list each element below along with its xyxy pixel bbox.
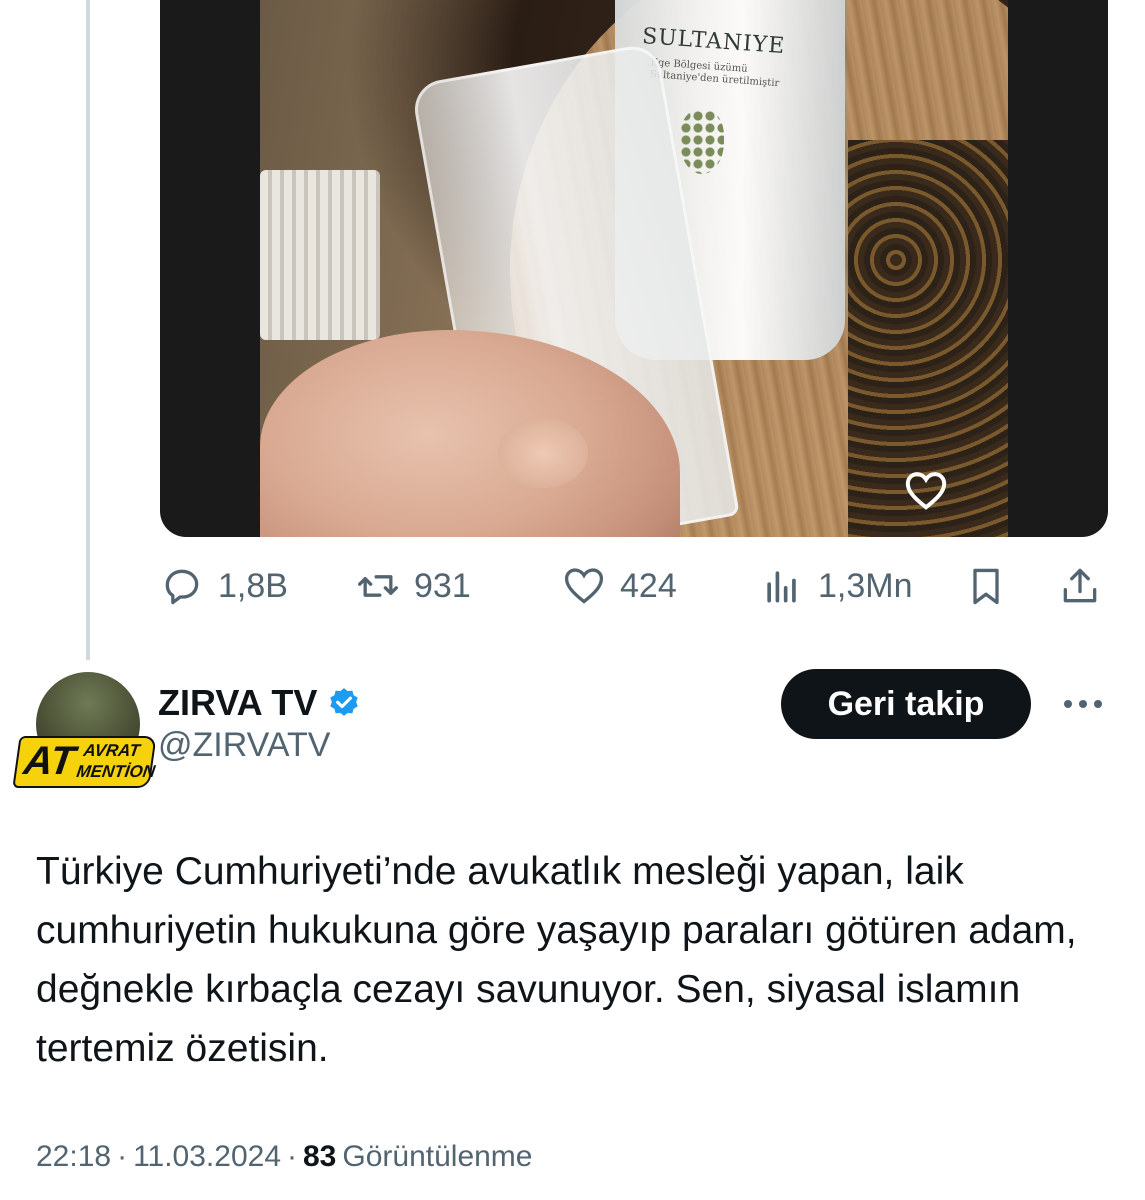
badge-bottom-text: MENTİON <box>75 762 157 781</box>
meta-separator: · <box>117 1140 128 1173</box>
reply-icon <box>165 569 199 605</box>
tweet-text: Türkiye Cumhuriyeti’nde avukatlık mesleğ… <box>36 850 1077 1070</box>
photo-scene: SULTANIYE Ege Bölgesi üzümü Sultaniye'de… <box>260 0 1008 537</box>
views-button[interactable]: 1,3Mn <box>760 556 913 616</box>
tweet-views-count: 83 <box>303 1140 337 1173</box>
like-count: 424 <box>620 566 677 605</box>
thread-line <box>86 0 90 660</box>
share-icon <box>1063 568 1097 603</box>
bookmark-icon <box>973 568 999 605</box>
author-name[interactable]: ZIRVA TV <box>158 682 317 724</box>
bookmark-button[interactable] <box>964 556 1008 616</box>
reply-button[interactable]: 1,8B <box>160 556 288 616</box>
grape-logo <box>680 110 724 174</box>
tweet-actions: 1,8B 931 424 1,3Mn <box>160 556 1110 616</box>
badge-top-text: AVRAT <box>82 741 141 760</box>
tweet-media-image[interactable]: SULTANIYE Ege Bölgesi üzümü Sultaniye'de… <box>160 0 1108 537</box>
dish <box>260 170 380 340</box>
like-button[interactable]: 424 <box>562 556 677 616</box>
heart-icon <box>564 568 604 604</box>
retweet-icon <box>358 575 398 597</box>
views-count: 1,3Mn <box>818 566 913 605</box>
tweet-meta: 22:18 · 11.03.2024 · 83 Görüntülenme <box>36 1140 532 1174</box>
media-like-button[interactable] <box>900 464 952 516</box>
thumb <box>498 418 588 488</box>
retweet-count: 931 <box>414 566 471 605</box>
author-name-row[interactable]: ZIRVA TV <box>158 682 361 724</box>
reply-count: 1,8B <box>218 566 288 605</box>
tweet-date[interactable]: 11.03.2024 <box>133 1140 281 1174</box>
analytics-icon <box>767 571 796 603</box>
more-options-icon[interactable] <box>1060 690 1106 718</box>
tweet-time[interactable]: 22:18 <box>36 1140 111 1174</box>
follow-back-button[interactable]: Geri takip <box>781 669 1031 739</box>
meta-separator: · <box>287 1140 297 1173</box>
badge-big-text: AT <box>21 739 78 783</box>
tweet-views-label: Görüntülenme <box>342 1140 533 1173</box>
verified-badge-icon <box>330 688 359 716</box>
heart-icon <box>905 472 947 510</box>
author-handle[interactable]: @ZIRVATV <box>158 726 330 765</box>
avrat-mention-badge: AT AVRAT MENTİON <box>12 736 157 788</box>
retweet-button[interactable]: 931 <box>356 556 471 616</box>
share-button[interactable] <box>1058 556 1102 616</box>
